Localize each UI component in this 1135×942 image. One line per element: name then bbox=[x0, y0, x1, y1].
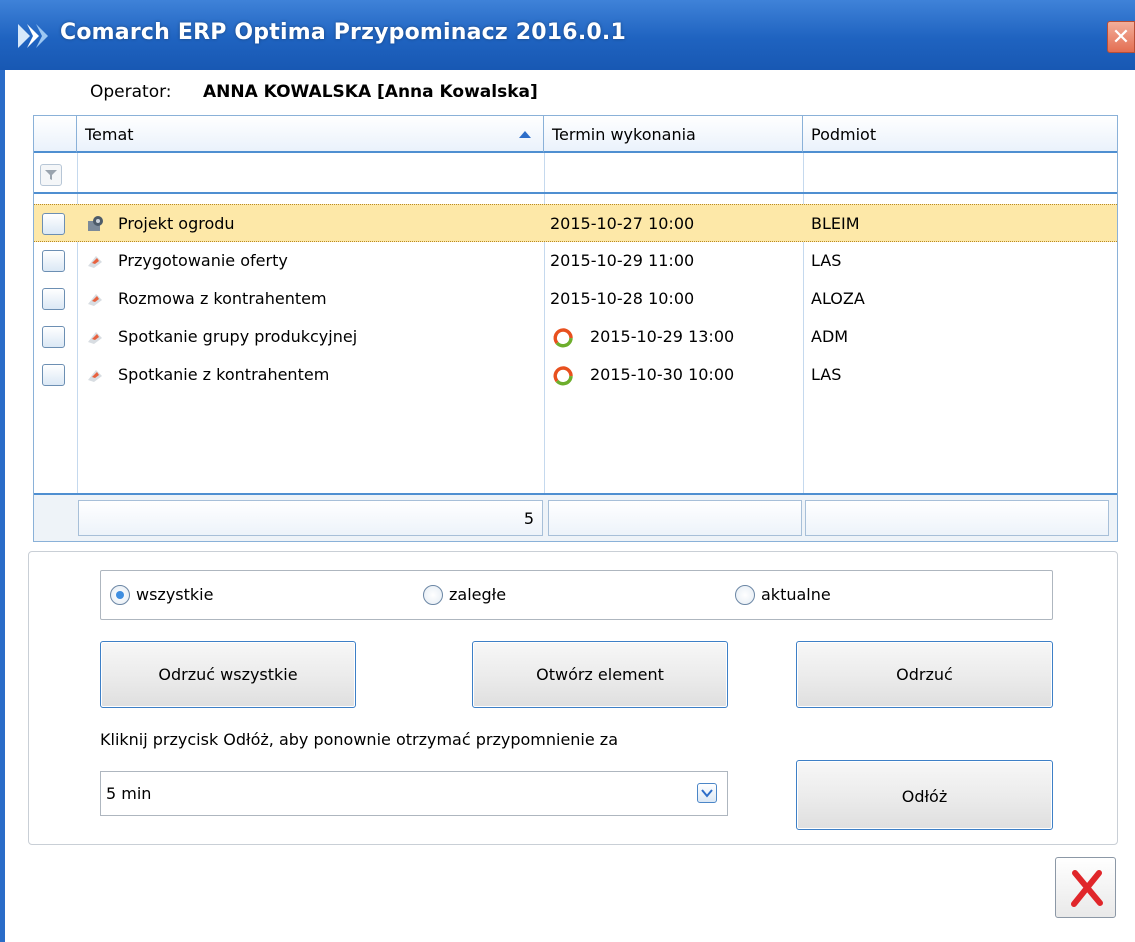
overdue-refresh-icon bbox=[553, 366, 573, 386]
row-date: 2015-10-28 10:00 bbox=[550, 289, 695, 308]
summary-podmiot bbox=[805, 500, 1109, 536]
dismiss-button[interactable]: Odrzuć bbox=[796, 641, 1053, 708]
header-podmiot-label: Podmiot bbox=[811, 125, 877, 144]
row-checkbox[interactable] bbox=[42, 326, 65, 348]
row-date: 2015-10-29 11:00 bbox=[550, 251, 695, 270]
row-topic: Rozmowa z kontrahentem bbox=[118, 289, 327, 308]
snooze-duration-select[interactable]: 5 min bbox=[100, 771, 728, 816]
row-date: 2015-10-27 10:00 bbox=[550, 214, 695, 233]
row-topic: Przygotowanie oferty bbox=[118, 251, 288, 270]
header-podmiot[interactable]: Podmiot bbox=[803, 116, 1117, 153]
table-row[interactable]: Projekt ogrodu 2015-10-27 10:00 BLEIM bbox=[34, 204, 1117, 242]
app-logo-icon bbox=[18, 24, 48, 48]
task-flag-icon bbox=[88, 332, 102, 344]
sort-ascending-icon bbox=[519, 131, 531, 138]
row-topic: Spotkanie z kontrahentem bbox=[118, 365, 330, 384]
row-subject: ALOZA bbox=[811, 289, 865, 308]
summary-temat: 5 bbox=[78, 500, 543, 536]
close-icon bbox=[1071, 870, 1103, 907]
table-row[interactable]: Spotkanie z kontrahentem 2015-10-30 10:0… bbox=[34, 356, 1117, 394]
close-reminder-button[interactable] bbox=[1055, 857, 1116, 918]
filter-cell-temat[interactable] bbox=[78, 155, 544, 192]
row-checkbox[interactable] bbox=[42, 288, 65, 310]
reminder-window: Comarch ERP Optima Przypominacz 2016.0.1… bbox=[0, 0, 1135, 942]
row-checkbox[interactable] bbox=[42, 250, 65, 272]
reminders-grid: Temat Termin wykonania Podmiot Projekt o… bbox=[33, 115, 1118, 542]
radio-button[interactable] bbox=[735, 585, 755, 605]
operator-label: Operator: bbox=[90, 82, 172, 102]
snooze-hint: Kliknij przycisk Odłóż, aby ponownie otr… bbox=[100, 730, 619, 749]
task-flag-icon bbox=[88, 256, 102, 268]
window-title: Comarch ERP Optima Przypominacz 2016.0.1 bbox=[60, 20, 626, 45]
task-flag-icon bbox=[88, 294, 102, 306]
open-item-label: Otwórz element bbox=[536, 665, 664, 684]
title-bar[interactable]: Comarch ERP Optima Przypominacz 2016.0.1… bbox=[0, 0, 1135, 70]
header-temat-label: Temat bbox=[85, 125, 134, 144]
header-checkbox-column bbox=[34, 116, 77, 153]
table-row[interactable]: Spotkanie grupy produkcyjnej 2015-10-29 … bbox=[34, 318, 1117, 356]
filter-radio-group: wszystkie zaległe aktualne bbox=[100, 570, 1053, 620]
radio-button-checked[interactable] bbox=[110, 585, 130, 605]
task-gear-icon bbox=[88, 216, 103, 231]
radio-label: wszystkie bbox=[136, 585, 214, 604]
row-subject: BLEIM bbox=[811, 214, 860, 233]
header-termin-label: Termin wykonania bbox=[552, 125, 696, 144]
row-checkbox[interactable] bbox=[42, 364, 65, 386]
window-close-button[interactable]: ✕ bbox=[1107, 21, 1135, 53]
row-topic: Spotkanie grupy produkcyjnej bbox=[118, 327, 358, 346]
radio-label: aktualne bbox=[761, 585, 831, 604]
filter-funnel-icon[interactable] bbox=[40, 164, 62, 186]
row-subject: ADM bbox=[811, 327, 849, 346]
row-subject: LAS bbox=[811, 365, 842, 384]
open-item-button[interactable]: Otwórz element bbox=[472, 641, 728, 708]
row-date: 2015-10-29 13:00 bbox=[590, 327, 735, 346]
dismiss-all-label: Odrzuć wszystkie bbox=[158, 665, 298, 684]
snooze-duration-value: 5 min bbox=[106, 784, 152, 803]
row-checkbox[interactable] bbox=[42, 213, 65, 235]
summary-termin bbox=[548, 500, 802, 536]
window-border bbox=[0, 70, 5, 942]
table-row[interactable]: Przygotowanie oferty 2015-10-29 11:00 LA… bbox=[34, 242, 1117, 280]
row-count: 5 bbox=[523, 509, 534, 528]
task-flag-icon bbox=[88, 370, 102, 382]
row-date: 2015-10-30 10:00 bbox=[590, 365, 735, 384]
row-topic: Projekt ogrodu bbox=[118, 214, 235, 233]
table-row[interactable]: Rozmowa z kontrahentem 2015-10-28 10:00 … bbox=[34, 280, 1117, 318]
row-subject: LAS bbox=[811, 251, 842, 270]
filter-cell-termin[interactable] bbox=[545, 155, 803, 192]
snooze-button[interactable]: Odłóż bbox=[796, 760, 1053, 830]
radio-button[interactable] bbox=[423, 585, 443, 605]
filter-cell-podmiot[interactable] bbox=[804, 155, 1117, 192]
grid-summary-row: 5 bbox=[34, 493, 1117, 541]
dismiss-all-button[interactable]: Odrzuć wszystkie bbox=[100, 641, 356, 708]
overdue-refresh-icon bbox=[553, 328, 573, 348]
chevron-down-icon[interactable] bbox=[697, 783, 717, 803]
snooze-label: Odłóż bbox=[901, 787, 948, 806]
filter-row bbox=[34, 155, 1117, 194]
header-termin[interactable]: Termin wykonania bbox=[544, 116, 803, 153]
radio-label: zaległe bbox=[449, 585, 507, 604]
dismiss-label: Odrzuć bbox=[896, 665, 953, 684]
header-temat[interactable]: Temat bbox=[77, 116, 544, 153]
operator-name: ANNA KOWALSKA [Anna Kowalska] bbox=[203, 82, 538, 102]
